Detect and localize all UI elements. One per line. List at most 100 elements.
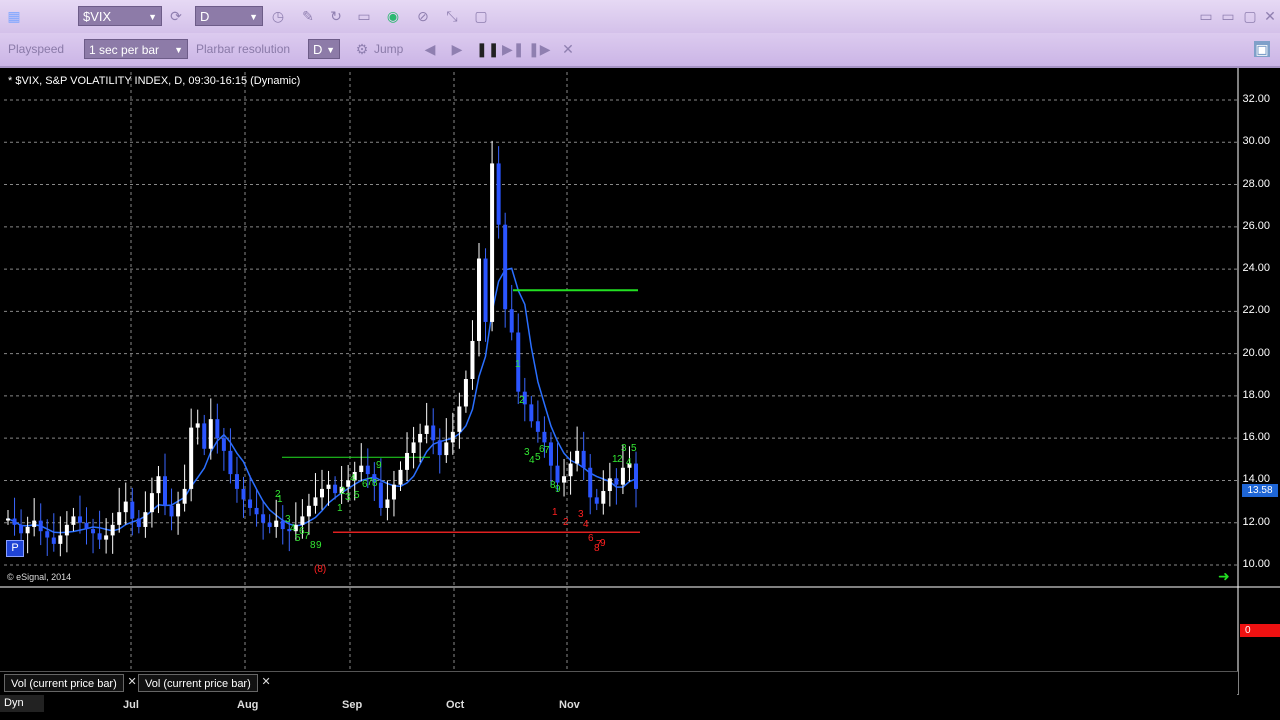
- jump-button[interactable]: Jump: [374, 42, 403, 56]
- candle-body: [555, 465, 560, 483]
- y-tick-label: 32.00: [1242, 93, 1270, 105]
- setup-count-mark: 2: [275, 489, 281, 500]
- tab-vol-2[interactable]: Vol (current price bar) ✕: [138, 674, 271, 692]
- step-forward-icon[interactable]: ▶❚: [502, 41, 525, 57]
- candle-body: [38, 520, 43, 532]
- close-icon[interactable]: ✕: [1262, 8, 1278, 24]
- candle-body: [195, 423, 200, 428]
- bar-resolution-label: Plarbar resolution: [196, 42, 291, 56]
- scroll-to-end-icon[interactable]: ➜: [1218, 568, 1230, 585]
- candle-body: [149, 493, 154, 513]
- candle-body: [326, 484, 331, 489]
- pencil-icon[interactable]: ✎: [300, 8, 316, 24]
- refresh-icon[interactable]: ⟳: [168, 8, 184, 24]
- play-icon[interactable]: ▶: [449, 41, 465, 57]
- candle-body: [391, 484, 396, 500]
- y-tick-label: 22.00: [1242, 304, 1270, 317]
- restore-icon[interactable]: ▭: [1220, 8, 1236, 24]
- candle-body: [51, 537, 56, 544]
- clock-icon[interactable]: ◷: [270, 8, 286, 24]
- dynamic-toggle[interactable]: Dyn: [0, 695, 44, 712]
- candle-body: [267, 522, 272, 527]
- jump-icon[interactable]: ⚙: [354, 41, 370, 57]
- candle-body: [254, 507, 259, 515]
- cycle-icon[interactable]: ↻: [328, 8, 344, 24]
- candle-body: [208, 419, 213, 449]
- bar-resolution-value: D: [313, 42, 323, 57]
- candle-body: [470, 340, 475, 379]
- symbol-input[interactable]: $VIX ▼: [78, 6, 162, 26]
- candle-body: [457, 406, 462, 432]
- copyright-text: © eSignal, 2014: [7, 572, 72, 582]
- interval-select[interactable]: D ▼: [195, 6, 263, 26]
- candle-body: [405, 452, 410, 470]
- candle-body: [248, 499, 253, 508]
- bar-resolution-select[interactable]: D ▼: [308, 39, 340, 59]
- candle-body: [215, 419, 220, 439]
- replay-toolbar: Playspeed 1 sec per bar ▼ Plarbar resolu…: [0, 33, 1280, 68]
- close-icon[interactable]: ✕: [128, 673, 137, 691]
- setup-count-mark: 9: [555, 484, 561, 495]
- chat-icon[interactable]: ▢: [473, 8, 489, 24]
- candle-body: [575, 450, 580, 464]
- y-tick-label: 30.00: [1242, 135, 1270, 148]
- candle-body: [241, 488, 246, 500]
- countdown-mark: 9: [600, 538, 606, 549]
- tab-vol-1[interactable]: Vol (current price bar) ✕: [4, 674, 137, 692]
- playspeed-select[interactable]: 1 sec per bar ▼: [84, 39, 188, 59]
- y-tick-label: 12.00: [1242, 515, 1270, 528]
- countdown-mark: 1: [552, 507, 558, 518]
- display-icon[interactable]: ▭: [356, 8, 372, 24]
- setup-count-mark: 8: [372, 478, 378, 489]
- replay-icon[interactable]: ◉: [385, 8, 401, 24]
- x-tick-label: Oct: [446, 699, 465, 711]
- candle-body: [424, 425, 429, 434]
- chart-title: * $VIX, S&P VOLATILITY INDEX, D, 09:30-1…: [8, 75, 301, 87]
- candle-body: [300, 516, 305, 525]
- setup-count-mark: 1: [337, 503, 343, 514]
- candle-body: [634, 463, 638, 489]
- candle-body: [313, 497, 318, 506]
- skip-forward-icon[interactable]: ❚▶: [528, 41, 551, 57]
- app-logo-icon: ▦: [7, 8, 21, 24]
- price-chart[interactable]: 123456 78 9123456 7 891234 56 78 91 23451234678 9…: [0, 68, 1280, 720]
- candle-body: [221, 438, 226, 451]
- setup-count-mark: 9: [376, 460, 382, 471]
- candle-body: [202, 423, 207, 449]
- minimize-icon[interactable]: ▭: [1198, 8, 1214, 24]
- candle-body: [444, 442, 449, 456]
- compass-icon[interactable]: ⊘: [415, 8, 431, 24]
- setup-count-mark: 5: [631, 443, 637, 454]
- candle-body: [169, 505, 174, 517]
- candle-body: [182, 488, 187, 504]
- candle-body: [496, 163, 501, 225]
- close-icon[interactable]: ✕: [262, 673, 271, 691]
- p-button[interactable]: P: [6, 540, 24, 557]
- candle-body: [6, 518, 10, 521]
- candle-body: [117, 512, 122, 525]
- step-back-icon[interactable]: ◀: [422, 41, 438, 57]
- link-icon[interactable]: ⤡: [444, 8, 460, 24]
- panel-icon[interactable]: ▣: [1254, 41, 1270, 57]
- candle-body: [437, 440, 442, 456]
- countdown-mark: 2: [563, 517, 569, 528]
- stop-replay-icon[interactable]: ✕: [560, 41, 576, 57]
- candle-body: [620, 467, 625, 485]
- symbol-value: $VIX: [83, 9, 112, 24]
- candle-body: [234, 474, 239, 489]
- setup-count-mark: 4: [350, 473, 356, 484]
- candle-body: [123, 501, 128, 513]
- pause-icon[interactable]: ❚❚: [476, 41, 499, 57]
- candle-body: [110, 524, 115, 536]
- candle-body: [483, 258, 488, 322]
- candle-body: [84, 522, 89, 530]
- candle-body: [594, 497, 599, 504]
- candle-body: [261, 514, 266, 523]
- candle-body: [32, 520, 37, 527]
- candle-body: [359, 465, 364, 472]
- candle-body: [25, 526, 30, 534]
- setup-count-mark: 7: [544, 445, 550, 456]
- y-tick-label: 18.00: [1242, 388, 1270, 401]
- maximize-icon[interactable]: ▢: [1242, 8, 1258, 24]
- y-tick-label: 28.00: [1242, 177, 1270, 190]
